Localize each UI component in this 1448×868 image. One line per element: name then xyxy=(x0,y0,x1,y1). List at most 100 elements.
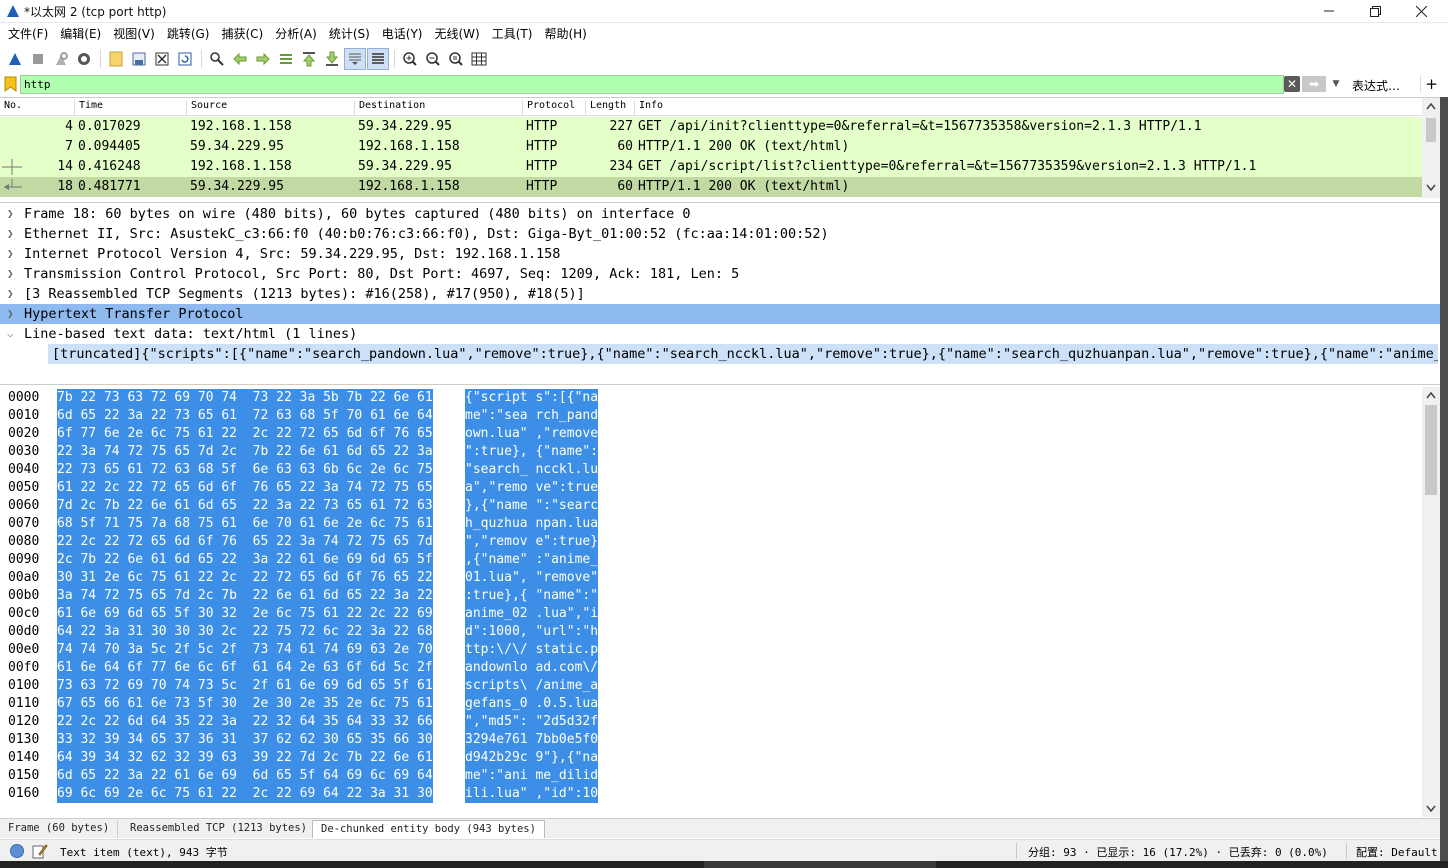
filter-bookmark-icon[interactable] xyxy=(4,76,17,92)
menu-view[interactable]: 视图(V) xyxy=(109,23,163,45)
start-capture-button[interactable] xyxy=(4,48,26,70)
byte-ascii-row[interactable]: 01.lua", "remove" xyxy=(465,569,599,587)
normal-size-button[interactable] xyxy=(445,48,467,70)
col-header-destination[interactable]: Destination xyxy=(355,100,523,115)
menu-telephony[interactable]: 电话(Y) xyxy=(378,23,431,45)
status-profile[interactable]: 配置: Default xyxy=(1356,844,1438,860)
byte-ascii-row[interactable]: a","remo ve":true xyxy=(465,479,599,497)
menu-go[interactable]: 跳转(G) xyxy=(163,23,218,45)
scrollbar-thumb[interactable] xyxy=(1425,405,1437,495)
chevron-right-icon[interactable]: ❯ xyxy=(7,304,17,324)
scrollbar-thumb[interactable] xyxy=(1426,118,1436,142)
byte-hex-row[interactable]: 73 63 72 69 70 74 73 5c 2f 61 6e 69 6d 6… xyxy=(57,677,433,695)
tree-item-reassembled[interactable]: ❯ [3 Reassembled TCP Segments (1213 byte… xyxy=(0,284,1440,304)
byte-ascii-row[interactable]: "search_ ncckl.lu xyxy=(465,461,599,479)
byte-ascii-row[interactable]: andownlo ad.com\/ xyxy=(465,659,599,677)
byte-ascii-row[interactable]: scripts\ /anime_a xyxy=(465,677,599,695)
byte-ascii-row[interactable]: ","remov e":true} xyxy=(465,533,599,551)
apply-filter-button[interactable]: ➡ xyxy=(1302,76,1326,92)
restart-capture-button[interactable] xyxy=(50,48,72,70)
autoscroll-button[interactable] xyxy=(344,48,366,70)
chevron-right-icon[interactable]: ❯ xyxy=(7,204,17,224)
byte-hex-row[interactable]: 61 6e 69 6d 65 5f 30 32 2e 6c 75 61 22 2… xyxy=(57,605,433,623)
byte-hex-row[interactable]: 61 22 2c 22 72 65 6d 6f 76 65 22 3a 74 7… xyxy=(57,479,433,497)
menu-wireless[interactable]: 无线(W) xyxy=(431,23,488,45)
go-first-button[interactable] xyxy=(298,48,320,70)
zoom-out-button[interactable] xyxy=(422,48,444,70)
col-header-info[interactable]: Info xyxy=(635,100,1422,115)
byte-hex-row[interactable]: 22 73 65 61 72 63 68 5f 6e 63 63 6b 6c 2… xyxy=(57,461,433,479)
expert-info-icon[interactable] xyxy=(10,844,24,858)
byte-hex-row[interactable]: 22 2c 22 72 65 6d 6f 76 65 22 3a 74 72 7… xyxy=(57,533,433,551)
menu-capture[interactable]: 捕获(C) xyxy=(217,23,271,45)
byte-ascii-row[interactable]: me":"ani me_dilid xyxy=(465,767,599,785)
col-header-time[interactable]: Time xyxy=(75,100,187,115)
close-file-button[interactable] xyxy=(151,48,173,70)
byte-hex-row[interactable]: 6d 65 22 3a 22 73 65 61 72 63 68 5f 70 6… xyxy=(57,407,433,425)
byte-hex-row[interactable]: 64 39 34 32 62 32 39 63 39 22 7d 2c 7b 2… xyxy=(57,749,433,767)
byte-hex-row[interactable]: 33 32 39 34 65 37 36 31 37 62 62 30 65 3… xyxy=(57,731,433,749)
menu-analyze[interactable]: 分析(A) xyxy=(271,23,325,45)
go-to-packet-button[interactable] xyxy=(275,48,297,70)
restore-button[interactable] xyxy=(1352,0,1398,22)
byte-hex-row[interactable]: 7d 2c 7b 22 6e 61 6d 65 22 3a 22 73 65 6… xyxy=(57,497,433,515)
tree-item-ethernet[interactable]: ❯ Ethernet II, Src: AsustekC_c3:66:f0 (4… xyxy=(0,224,1440,244)
tree-item-ipv4[interactable]: ❯ Internet Protocol Version 4, Src: 59.3… xyxy=(0,244,1440,264)
byte-hex-row[interactable]: 74 74 70 3a 5c 2f 5c 2f 73 74 61 74 69 6… xyxy=(57,641,433,659)
zoom-in-button[interactable] xyxy=(399,48,421,70)
find-packet-button[interactable] xyxy=(206,48,228,70)
col-header-no[interactable]: No. xyxy=(0,100,75,115)
byte-ascii-row[interactable]: ","md5": "2d5d32f xyxy=(465,713,599,731)
stop-capture-button[interactable] xyxy=(27,48,49,70)
go-last-button[interactable] xyxy=(321,48,343,70)
byte-ascii-row[interactable]: ili.lua" ,"id":10 xyxy=(465,785,599,803)
byte-hex-row[interactable]: 7b 22 73 63 72 69 70 74 73 22 3a 5b 7b 2… xyxy=(57,389,433,407)
capture-options-button[interactable] xyxy=(73,48,95,70)
packet-row[interactable]: 14 0.416248 192.168.1.158 59.34.229.95 H… xyxy=(0,157,1422,177)
byte-hex-row[interactable]: 22 2c 22 6d 64 35 22 3a 22 32 64 35 64 3… xyxy=(57,713,433,731)
colorize-button[interactable] xyxy=(367,48,389,70)
byte-hex-row[interactable]: 6f 77 6e 2e 6c 75 61 22 2c 22 72 65 6d 6… xyxy=(57,425,433,443)
tab-reassembled-tcp[interactable]: Reassembled TCP (1213 bytes) xyxy=(122,820,317,838)
byte-ascii-row[interactable]: {"script s":[{"na xyxy=(465,389,599,407)
packet-list-scrollbar[interactable] xyxy=(1422,98,1440,198)
add-filter-button[interactable]: + xyxy=(1420,75,1442,93)
go-forward-button[interactable] xyxy=(252,48,274,70)
byte-ascii-row[interactable]: h_quzhua npan.lua xyxy=(465,515,599,533)
menu-edit[interactable]: 编辑(E) xyxy=(56,23,109,45)
byte-hex-row[interactable]: 22 3a 74 72 75 65 7d 2c 7b 22 6e 61 6d 6… xyxy=(57,443,433,461)
byte-ascii-row[interactable]: :true},{ "name":" xyxy=(465,587,599,605)
filter-history-dropdown[interactable]: ▼ xyxy=(1328,76,1344,92)
byte-hex-row[interactable]: 2c 7b 22 6e 61 6d 65 22 3a 22 61 6e 69 6… xyxy=(57,551,433,569)
tree-item-http[interactable]: ❯ Hypertext Transfer Protocol xyxy=(0,304,1440,324)
menu-tools[interactable]: 工具(T) xyxy=(488,23,541,45)
close-button[interactable] xyxy=(1398,0,1444,22)
tree-item-frame[interactable]: ❯ Frame 18: 60 bytes on wire (480 bits),… xyxy=(0,204,1440,224)
col-header-source[interactable]: Source xyxy=(187,100,355,115)
minimize-button[interactable] xyxy=(1306,0,1352,22)
byte-ascii-row[interactable]: d":1000, "url":"h xyxy=(465,623,599,641)
byte-ascii-row[interactable]: me":"sea rch_pand xyxy=(465,407,599,425)
byte-hex-row[interactable]: 3a 74 72 75 65 7d 2c 7b 22 6e 61 6d 65 2… xyxy=(57,587,433,605)
tree-item-body-text[interactable]: [truncated]{"scripts":[{"name":"search_p… xyxy=(48,344,1438,364)
resize-columns-button[interactable] xyxy=(468,48,490,70)
menu-file[interactable]: 文件(F) xyxy=(4,23,56,45)
byte-hex-row[interactable]: 6d 65 22 3a 22 61 6e 69 6d 65 5f 64 69 6… xyxy=(57,767,433,785)
menu-statistics[interactable]: 统计(S) xyxy=(325,23,378,45)
tab-dechunked-body[interactable]: De-chunked entity body (943 bytes) xyxy=(312,820,545,838)
chevron-right-icon[interactable]: ❯ xyxy=(7,264,17,284)
byte-hex-row[interactable]: 69 6c 69 2e 6c 75 61 22 2c 22 69 64 22 3… xyxy=(57,785,433,803)
go-back-button[interactable] xyxy=(229,48,251,70)
packet-row[interactable]: 7 0.094405 59.34.229.95 192.168.1.158 HT… xyxy=(0,137,1422,157)
byte-hex-row[interactable]: 30 31 2e 6c 75 61 22 2c 22 72 65 6d 6f 7… xyxy=(57,569,433,587)
expression-button[interactable]: 表达式… xyxy=(1352,77,1400,94)
col-header-length[interactable]: Length xyxy=(586,100,635,115)
byte-ascii-row[interactable]: },{"name ":"searc xyxy=(465,497,599,515)
byte-ascii-row[interactable]: own.lua" ,"remove xyxy=(465,425,599,443)
byte-hex-row[interactable]: 67 65 66 61 6e 73 5f 30 2e 30 2e 35 2e 6… xyxy=(57,695,433,713)
tree-item-tcp[interactable]: ❯ Transmission Control Protocol, Src Por… xyxy=(0,264,1440,284)
byte-ascii-row[interactable]: d942b29c 9"},{"na xyxy=(465,749,599,767)
chevron-right-icon[interactable]: ❯ xyxy=(7,244,17,264)
chevron-down-icon[interactable]: ⌵ xyxy=(7,324,17,344)
menu-help[interactable]: 帮助(H) xyxy=(540,23,594,45)
